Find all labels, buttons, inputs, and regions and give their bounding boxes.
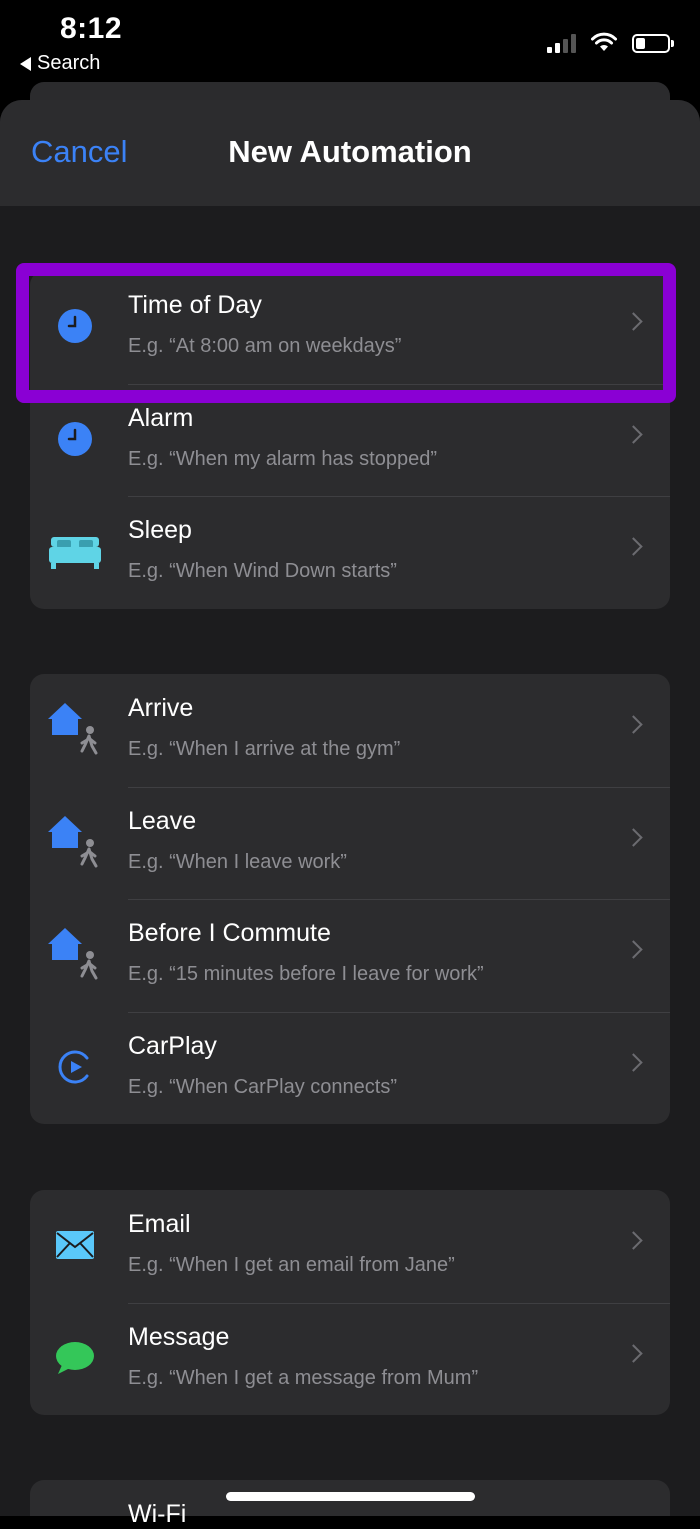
list-item-subtitle: E.g. “When I get a message from Mum” bbox=[128, 1366, 479, 1389]
list-item-title: Alarm bbox=[128, 403, 194, 432]
wifi-icon bbox=[591, 32, 617, 51]
list-item-title: Message bbox=[128, 1322, 230, 1351]
list-item-time-of-day[interactable]: Time of Day E.g. “At 8:00 am on weekdays… bbox=[30, 271, 670, 384]
home-indicator[interactable] bbox=[226, 1492, 475, 1501]
envelope-icon bbox=[46, 1220, 104, 1270]
cellular-signal-icon bbox=[547, 33, 576, 53]
list-item-sleep[interactable]: Sleep E.g. “When Wind Down starts” bbox=[30, 496, 670, 609]
list-item-alarm[interactable]: Alarm E.g. “When my alarm has stopped” bbox=[30, 383, 670, 497]
list-item-title: Leave bbox=[128, 806, 197, 835]
chevron-right-icon bbox=[624, 424, 643, 444]
list-item-subtitle: E.g. “15 minutes before I leave for work… bbox=[128, 963, 484, 985]
communication-triggers-group: Email E.g. “When I get an email from Jan… bbox=[30, 1190, 670, 1415]
carplay-icon bbox=[46, 1042, 104, 1092]
chevron-right-icon bbox=[624, 1052, 643, 1072]
list-item-subtitle: E.g. “At 8:00 am on weekdays” bbox=[128, 335, 402, 357]
list-item-subtitle: E.g. “When I arrive at the gym” bbox=[128, 738, 401, 760]
back-label: Search bbox=[37, 52, 101, 74]
list-item-message[interactable]: Message E.g. “When I get a message from … bbox=[30, 1302, 670, 1416]
chevron-right-icon bbox=[624, 715, 643, 734]
battery-icon bbox=[632, 34, 674, 53]
home-person-icon bbox=[46, 928, 104, 980]
clock-icon bbox=[46, 301, 104, 351]
list-item-title: Arrive bbox=[128, 694, 194, 722]
list-item-subtitle: E.g. “When Wind Down starts” bbox=[128, 560, 397, 582]
navigation-bar: Cancel New Automation bbox=[0, 100, 700, 206]
list-item-title: Sleep bbox=[128, 516, 192, 544]
page-title: New Automation bbox=[228, 134, 472, 169]
chevron-right-icon bbox=[624, 537, 643, 556]
chevron-right-icon bbox=[624, 827, 643, 847]
list-item-title: Time of Day bbox=[128, 291, 262, 319]
list-item-leave[interactable]: Leave E.g. “When I leave work” bbox=[30, 786, 670, 900]
status-indicators bbox=[547, 32, 674, 53]
list-item-carplay[interactable]: CarPlay E.g. “When CarPlay connects” bbox=[30, 1011, 670, 1125]
chevron-right-icon bbox=[624, 312, 643, 331]
back-triangle-icon bbox=[20, 56, 31, 71]
list-item-arrive[interactable]: Arrive E.g. “When I arrive at the gym” bbox=[30, 674, 670, 787]
status-time: 8:12 bbox=[60, 12, 123, 45]
list-item-subtitle: E.g. “When my alarm has stopped” bbox=[128, 447, 438, 470]
time-triggers-group: Time of Day E.g. “At 8:00 am on weekdays… bbox=[30, 271, 670, 609]
home-person-icon bbox=[46, 703, 104, 755]
new-automation-sheet: Cancel New Automation Time of Day E.g. “… bbox=[0, 100, 700, 1516]
chevron-right-icon bbox=[624, 1231, 643, 1250]
clock-icon bbox=[46, 414, 104, 464]
list-item-before-i-commute[interactable]: Before I Commute E.g. “15 minutes before… bbox=[30, 899, 670, 1012]
list-item-subtitle: E.g. “When I leave work” bbox=[128, 850, 347, 873]
list-item-email[interactable]: Email E.g. “When I get an email from Jan… bbox=[30, 1190, 670, 1303]
list-item-wifi-title[interactable]: Wi-Fi bbox=[128, 1500, 186, 1529]
bed-icon bbox=[46, 526, 104, 576]
home-person-icon bbox=[46, 815, 104, 867]
chevron-right-icon bbox=[624, 940, 643, 959]
chevron-right-icon bbox=[624, 1343, 643, 1363]
message-bubble-icon bbox=[46, 1333, 104, 1383]
list-item-title: Before I Commute bbox=[128, 919, 331, 947]
status-bar: 8:12 Search bbox=[0, 0, 700, 82]
list-item-title: CarPlay bbox=[128, 1031, 217, 1060]
list-item-subtitle: E.g. “When CarPlay connects” bbox=[128, 1075, 397, 1098]
list-item-title: Email bbox=[128, 1210, 191, 1238]
list-item-subtitle: E.g. “When I get an email from Jane” bbox=[128, 1254, 455, 1276]
location-triggers-group: Arrive E.g. “When I arrive at the gym” L… bbox=[30, 674, 670, 1124]
back-to-search[interactable]: Search bbox=[20, 52, 100, 75]
